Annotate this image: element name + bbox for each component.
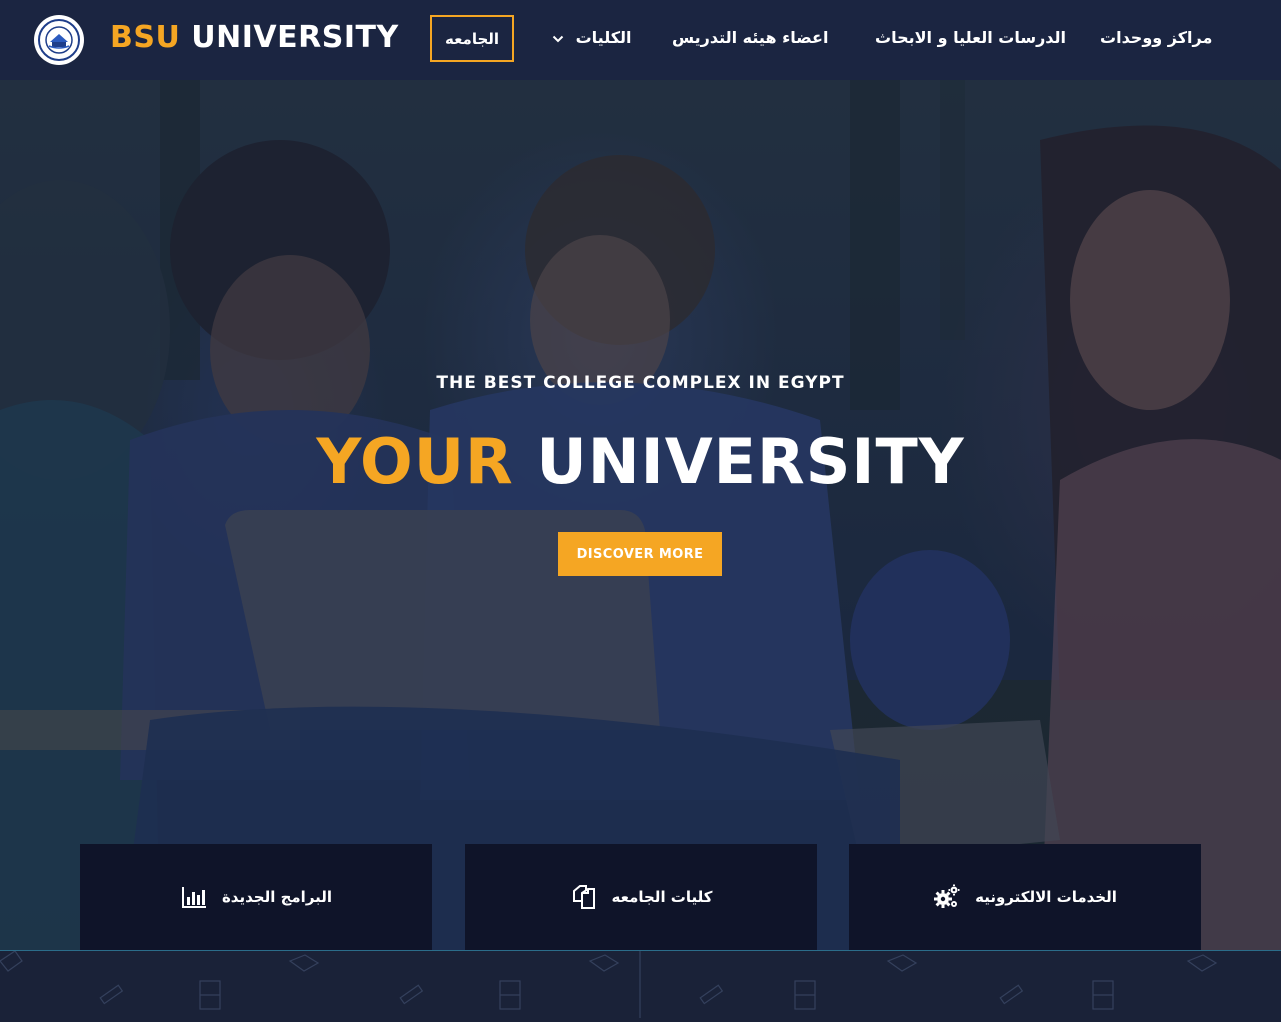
brand-primary: BSU	[110, 20, 181, 55]
university-logo[interactable]	[34, 15, 84, 65]
nav-item-label: الكليات	[575, 28, 632, 47]
brand-wordmark[interactable]: BSU UNIVERSITY	[110, 20, 399, 55]
top-navbar: BSU UNIVERSITY الجامعه الكليات اعضاء هيئ…	[0, 0, 1281, 80]
feature-card-new-programs[interactable]: البرامج الجديدة	[80, 844, 432, 950]
nav-item-label: الدرسات العليا و الابحاث	[875, 28, 1067, 47]
hero-kicker: THE BEST COLLEGE COMPLEX IN EGYPT	[436, 373, 845, 393]
feature-card-label: كليات الجامعه	[611, 888, 713, 906]
discover-more-button[interactable]: DISCOVER MORE	[558, 532, 722, 576]
copy-files-icon	[572, 885, 595, 909]
gears-icon	[934, 884, 960, 908]
nav-item-label: اعضاء هيئه التدريس	[672, 28, 829, 47]
feature-card-label: البرامج الجديدة	[221, 888, 333, 906]
logo-seal	[38, 19, 80, 61]
nav-item-colleges[interactable]: الكليات	[552, 28, 632, 47]
bottom-decorative-strip	[0, 950, 1281, 1018]
nav-item-centers-units[interactable]: مراكز ووحدات	[1100, 28, 1212, 47]
education-pattern-icon	[0, 950, 1218, 1018]
feature-card-university-colleges[interactable]: كليات الجامعه	[465, 844, 817, 950]
nav-item-label: مراكز ووحدات	[1100, 28, 1213, 47]
brand-secondary: UNIVERSITY	[191, 20, 399, 55]
hero-title-accent: YOUR	[316, 425, 514, 498]
nav-item-graduate-studies[interactable]: الدرسات العليا و الابحاث	[875, 28, 1066, 47]
nav-item-faculty-members[interactable]: اعضاء هيئه التدريس	[672, 28, 828, 47]
nav-item-label: الجامعه	[444, 29, 500, 48]
hero-dark-overlay	[0, 80, 1281, 950]
chevron-down-icon	[552, 35, 564, 42]
feature-card-label: الخدمات الالكترونيه	[975, 888, 1117, 906]
feature-card-e-services[interactable]: الخدمات الالكترونيه	[849, 844, 1201, 950]
hero-banner: THE BEST COLLEGE COMPLEX IN EGYPT YOUR U…	[0, 80, 1281, 950]
hero-title-rest: UNIVERSITY	[536, 425, 965, 498]
hero-title: YOUR UNIVERSITY	[0, 425, 1281, 498]
nav-item-university[interactable]: الجامعه	[430, 15, 514, 62]
logo-seal-icon	[45, 26, 73, 54]
bar-chart-icon	[181, 887, 206, 908]
